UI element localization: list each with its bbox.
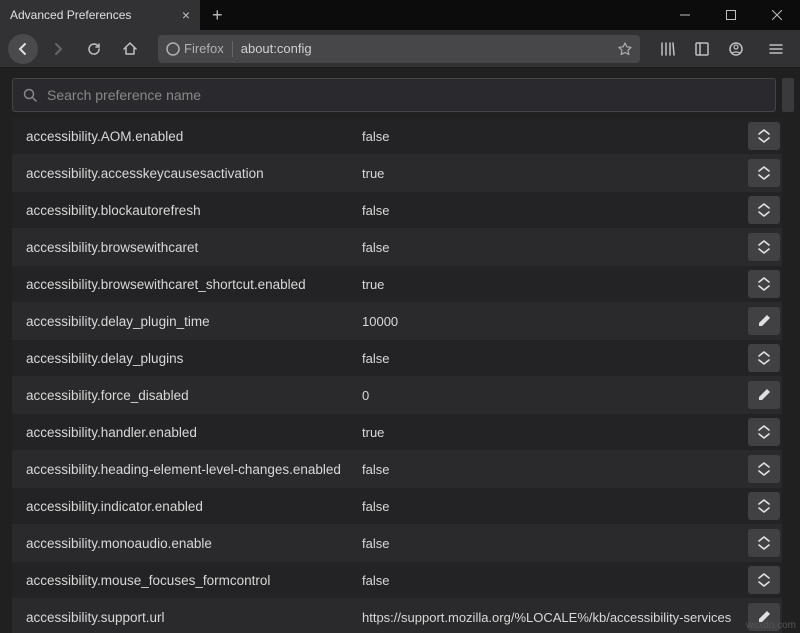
pref-value: false [362,536,748,551]
pref-row: accessibility.AOM.enabledfalse [12,118,782,155]
pref-name: accessibility.handler.enabled [12,425,362,440]
browser-tab[interactable]: Advanced Preferences × [0,0,200,30]
pref-value: false [362,240,748,255]
pref-row: accessibility.delay_plugin_time10000 [12,303,782,340]
minimize-button[interactable] [662,0,708,30]
pref-name: accessibility.blockautorefresh [12,203,362,218]
pref-name: accessibility.delay_plugins [12,351,362,366]
divider [232,41,233,57]
pref-name: accessibility.accesskeycausesactivation [12,166,362,181]
window-controls [662,0,800,30]
edit-button[interactable] [748,381,780,409]
pref-row: accessibility.browsewithcaret_shortcut.e… [12,266,782,303]
pref-value: 0 [362,388,748,403]
pref-name: accessibility.monoaudio.enable [12,536,362,551]
close-tab-icon[interactable]: × [182,7,190,23]
pref-row: accessibility.blockautorefreshfalse [12,192,782,229]
pref-name: accessibility.indicator.enabled [12,499,362,514]
pref-value: false [362,203,748,218]
firefox-icon [166,42,180,56]
pref-value: true [362,166,748,181]
pref-row: accessibility.indicator.enabledfalse [12,488,782,525]
pref-value: 10000 [362,314,748,329]
toggle-button[interactable] [748,233,780,261]
preference-list: accessibility.AOM.enabledfalseaccessibil… [0,118,800,633]
pref-row: accessibility.monoaudio.enablefalse [12,525,782,562]
reload-button[interactable] [78,33,110,65]
toolbar: Firefox about:config [0,30,800,68]
toggle-button[interactable] [748,159,780,187]
library-button[interactable] [652,33,684,65]
pref-name: accessibility.heading-element-level-chan… [12,462,362,477]
pref-value: https://support.mozilla.org/%LOCALE%/kb/… [362,610,748,625]
pref-value: true [362,425,748,440]
pref-value: false [362,573,748,588]
edit-button[interactable] [748,307,780,335]
pref-row: accessibility.browsewithcaretfalse [12,229,782,266]
toggle-button[interactable] [748,566,780,594]
pref-name: accessibility.browsewithcaret [12,240,362,255]
toggle-button[interactable] [748,122,780,150]
toggle-button[interactable] [748,196,780,224]
pref-name: accessibility.force_disabled [12,388,362,403]
pref-row: accessibility.heading-element-level-chan… [12,451,782,488]
pref-row: accessibility.delay_pluginsfalse [12,340,782,377]
search-placeholder: Search preference name [47,87,201,103]
pref-name: accessibility.mouse_focuses_formcontrol [12,573,362,588]
pref-value: false [362,499,748,514]
new-tab-button[interactable]: + [200,0,235,30]
maximize-button[interactable] [708,0,754,30]
toggle-button[interactable] [748,529,780,557]
toggle-button[interactable] [748,418,780,446]
tab-title: Advanced Preferences [10,8,131,22]
pref-value: true [362,277,748,292]
toolbar-right [652,33,792,65]
back-button[interactable] [8,34,38,64]
pref-value: false [362,129,748,144]
pref-row: accessibility.handler.enabledtrue [12,414,782,451]
toggle-button[interactable] [748,492,780,520]
pref-name: accessibility.support.url [12,610,362,625]
pref-name: accessibility.delay_plugin_time [12,314,362,329]
toggle-button[interactable] [748,270,780,298]
identity-box[interactable]: Firefox [166,41,224,56]
account-button[interactable] [720,33,752,65]
search-row: Search preference name [0,68,800,118]
watermark: wsxdn.com [746,620,796,631]
search-input[interactable]: Search preference name [12,78,776,112]
search-icon [23,88,37,102]
close-window-button[interactable] [754,0,800,30]
identity-label: Firefox [184,41,224,56]
forward-button[interactable] [42,33,74,65]
pref-row: accessibility.support.urlhttps://support… [12,599,782,633]
toggle-button[interactable] [748,455,780,483]
url-text: about:config [241,41,612,56]
content: Search preference name accessibility.AOM… [0,68,800,633]
pref-row: accessibility.mouse_focuses_formcontrolf… [12,562,782,599]
scrollbar[interactable] [782,78,794,112]
pref-value: false [362,351,748,366]
pref-value: false [362,462,748,477]
titlebar: Advanced Preferences × + [0,0,800,30]
menu-button[interactable] [760,33,792,65]
bookmark-star-icon[interactable] [618,42,632,56]
toggle-button[interactable] [748,344,780,372]
pref-name: accessibility.browsewithcaret_shortcut.e… [12,277,362,292]
pref-name: accessibility.AOM.enabled [12,129,362,144]
pref-row: accessibility.force_disabled0 [12,377,782,414]
home-button[interactable] [114,33,146,65]
url-bar[interactable]: Firefox about:config [158,35,640,63]
sidebar-button[interactable] [686,33,718,65]
pref-row: accessibility.accesskeycausesactivationt… [12,155,782,192]
